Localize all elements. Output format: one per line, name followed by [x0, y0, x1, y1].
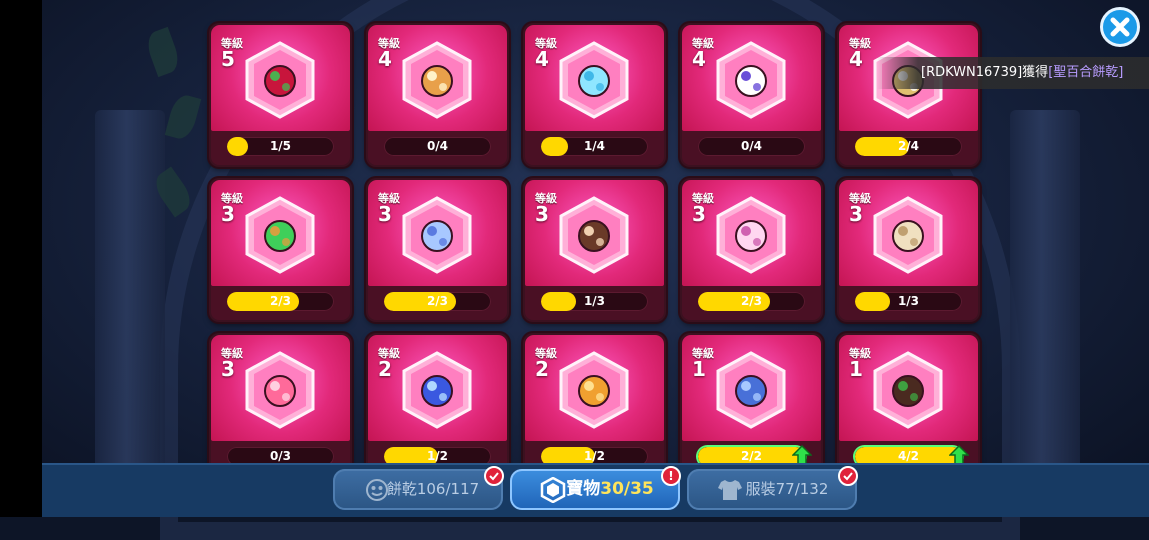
level-number: 3 [221, 357, 235, 381]
level-number: 3 [221, 202, 235, 226]
level-number: 4 [849, 47, 863, 71]
treasure-card-wreath-treasure[interactable]: 等級 4 2/4 [837, 23, 980, 167]
progress-text: 0/4 [740, 139, 763, 153]
tab-costumes-label: 服裝77/132 [745, 480, 829, 498]
flamingo-icon [245, 351, 315, 429]
clock-icon [402, 196, 472, 274]
progress-text: 2/3 [269, 294, 292, 308]
tab-treasures[interactable]: 寶物30/35 [510, 469, 680, 510]
upgrade-arrow-icon [792, 445, 812, 465]
left-letterbox [0, 0, 42, 517]
level-number: 3 [849, 202, 863, 226]
checkmark-icon [489, 472, 499, 481]
level-number: 4 [692, 47, 706, 71]
coral-icon [559, 41, 629, 119]
treasure-card-unicorn-treasure[interactable]: 等級 4 0/4 [680, 23, 823, 167]
cookies-check-badge [484, 466, 504, 486]
progress-bar: 2/4 [855, 137, 962, 156]
red-berry-icon [245, 41, 315, 119]
treasure-card-scroll-treasure[interactable]: 等級 4 0/4 [366, 23, 509, 167]
level-number: 2 [535, 357, 549, 381]
mummy-icon [873, 196, 943, 274]
treasure-card-potion-treasure[interactable]: 等級 3 2/3 [209, 178, 352, 322]
treasure-card-mushroom-treasure[interactable]: 等級 2 1/2 [523, 333, 666, 477]
progress-text: 1/3 [583, 294, 606, 308]
mushroom-icon [559, 351, 629, 429]
treasure-card-crystal-treasure[interactable]: 等級 2 1/2 [366, 333, 509, 477]
progress-bar: 0/4 [384, 137, 491, 156]
treasures-alert-badge: ! [661, 466, 681, 486]
level-number: 4 [378, 47, 392, 71]
background-pillar-right [1010, 110, 1080, 470]
treasure-grid: 等級 5 1/5 等級 4 0/4 等級 4 1/4 等級 4 0/4 等級 4 2/4 等級 3 2/3 等級 3 2… [209, 23, 984, 477]
checkmark-icon [843, 472, 853, 481]
toast-text: [RDKWN16739]獲得[聖百合餅乾] [921, 65, 1124, 80]
progress-bar: 1/3 [541, 292, 648, 311]
level-number: 2 [378, 357, 392, 381]
background-pillar-left [95, 110, 165, 470]
level-number: 3 [378, 202, 392, 226]
unicorn-icon [716, 41, 786, 119]
treasure-card-clock-treasure[interactable]: 等級 3 2/3 [366, 178, 509, 322]
progress-bar: 2/3 [698, 292, 805, 311]
progress-text: 1/5 [269, 139, 292, 153]
close-button[interactable] [1100, 7, 1140, 47]
close-icon [1110, 17, 1130, 37]
level-number: 3 [535, 202, 549, 226]
level-number: 5 [221, 47, 235, 71]
progress-text: 0/4 [426, 139, 449, 153]
treasure-card-flamingo-treasure[interactable]: 等級 3 0/3 [209, 333, 352, 477]
acquisition-toast: [RDKWN16739]獲得[聖百合餅乾] [877, 57, 1149, 89]
progress-text: 2/4 [897, 139, 920, 153]
crystal-icon [402, 351, 472, 429]
shell-icon [559, 196, 629, 274]
progress-bar: 1/5 [227, 137, 334, 156]
level-number: 3 [692, 202, 706, 226]
level-number: 1 [692, 357, 706, 381]
dragon-icon [716, 351, 786, 429]
potion-icon [245, 196, 315, 274]
tab-costumes[interactable]: 服裝77/132 [687, 469, 857, 510]
treasure-card-mummy-treasure[interactable]: 等級 3 1/3 [837, 178, 980, 322]
progress-text: 2/3 [426, 294, 449, 308]
progress-text: 1/3 [897, 294, 920, 308]
progress-bar: 1/3 [855, 292, 962, 311]
progress-bar: 0/4 [698, 137, 805, 156]
progress-text: 1/4 [583, 139, 606, 153]
progress-bar: 2/3 [227, 292, 334, 311]
treasure-card-flower-treasure[interactable]: 等級 3 2/3 [680, 178, 823, 322]
tab-cookies[interactable]: 餅乾106/117 [333, 469, 503, 510]
tab-cookies-label: 餅乾106/117 [386, 480, 480, 498]
level-number: 4 [535, 47, 549, 71]
upgrade-arrow-icon [949, 445, 969, 465]
treasure-card-shell-treasure[interactable]: 等級 3 1/3 [523, 178, 666, 322]
scroll-icon [402, 41, 472, 119]
progress-text: 2/3 [740, 294, 763, 308]
progress-bar: 2/3 [384, 292, 491, 311]
pie-icon [873, 351, 943, 429]
progress-bar: 1/4 [541, 137, 648, 156]
treasure-card-berry-treasure[interactable]: 等級 5 1/5 [209, 23, 352, 167]
level-number: 1 [849, 357, 863, 381]
treasure-card-coral-treasure[interactable]: 等級 4 1/4 [523, 23, 666, 167]
costumes-check-badge [838, 466, 858, 486]
tab-treasures-label: 寶物30/35 [566, 479, 654, 499]
toast-highlight: [聖百合餅乾] [1048, 65, 1124, 80]
flower-icon [716, 196, 786, 274]
